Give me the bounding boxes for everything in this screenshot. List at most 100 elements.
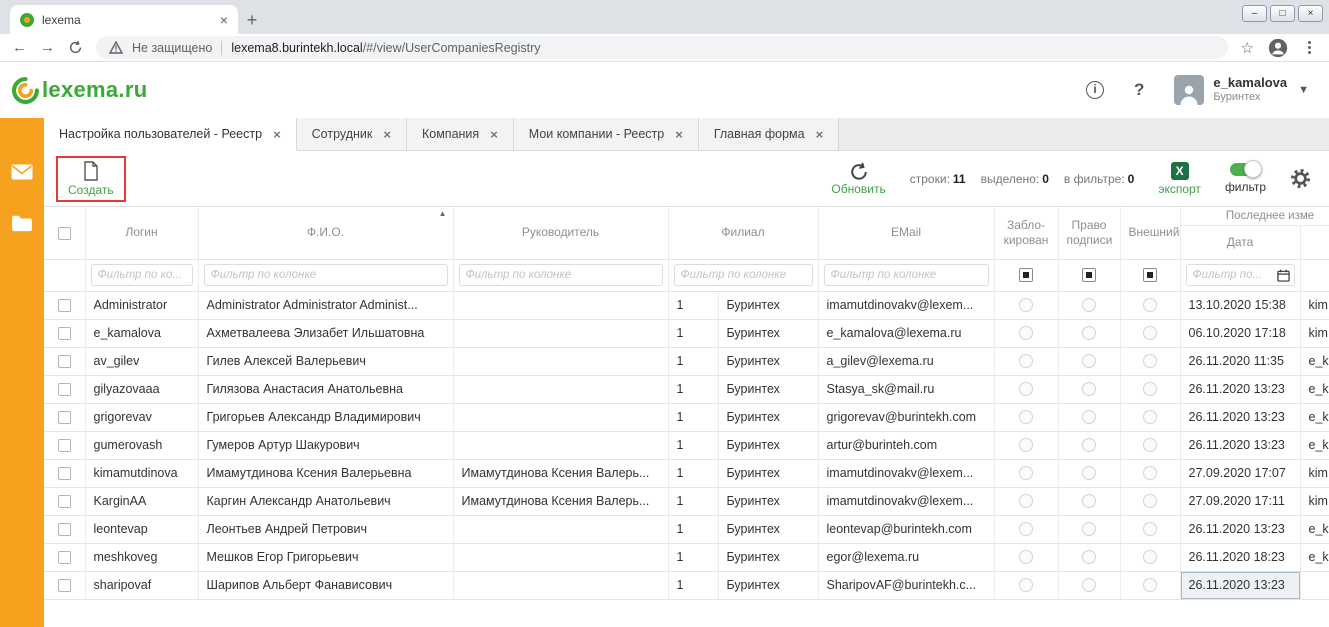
sign-checkbox[interactable] xyxy=(1082,354,1096,368)
reload-button[interactable] xyxy=(68,40,83,55)
cell-branch[interactable]: Буринтех xyxy=(718,487,818,515)
external-checkbox[interactable] xyxy=(1143,522,1157,536)
cell-editor[interactable]: e_k xyxy=(1300,375,1329,403)
table-row[interactable]: av_gilevГилев Алексей Валерьевич1Буринте… xyxy=(44,347,1329,375)
column-header-date[interactable]: Дата xyxy=(1180,225,1300,259)
cell-email[interactable]: imamutdinovakv@lexem... xyxy=(818,291,994,319)
cell-branch[interactable]: Буринтех xyxy=(718,515,818,543)
column-header-sign[interactable]: Право подписи xyxy=(1058,207,1120,259)
calendar-icon[interactable] xyxy=(1277,269,1290,282)
app-tab[interactable]: Компания× xyxy=(407,118,514,150)
cell-branch[interactable]: Буринтех xyxy=(718,347,818,375)
info-icon[interactable]: i xyxy=(1086,81,1104,99)
row-select-cell[interactable] xyxy=(44,487,85,515)
cell-branch[interactable]: Буринтех xyxy=(718,319,818,347)
cell-blocked[interactable] xyxy=(994,319,1058,347)
blocked-checkbox[interactable] xyxy=(1019,438,1033,452)
security-badge[interactable]: Не защищено xyxy=(132,41,212,55)
cell-date[interactable]: 26.11.2020 13:23 xyxy=(1180,431,1300,459)
cell-sign[interactable] xyxy=(1058,571,1120,599)
filter-manager-input[interactable] xyxy=(459,264,663,286)
cell-fio[interactable]: Administrator Administrator Administ... xyxy=(198,291,453,319)
sign-checkbox[interactable] xyxy=(1082,298,1096,312)
column-header-fio[interactable]: Ф.И.О. ▲ xyxy=(198,207,453,259)
tab-close-icon[interactable]: × xyxy=(273,127,281,142)
blocked-checkbox[interactable] xyxy=(1019,326,1033,340)
cell-branch-code[interactable]: 1 xyxy=(668,515,718,543)
cell-manager[interactable] xyxy=(453,543,668,571)
cell-blocked[interactable] xyxy=(994,403,1058,431)
external-checkbox[interactable] xyxy=(1143,550,1157,564)
tab-close-icon[interactable]: × xyxy=(383,127,391,142)
menu-kebab-icon[interactable] xyxy=(1302,39,1317,56)
cell-external[interactable] xyxy=(1120,291,1180,319)
external-checkbox[interactable] xyxy=(1143,298,1157,312)
cell-email[interactable]: artur@burinteh.com xyxy=(818,431,994,459)
cell-sign[interactable] xyxy=(1058,459,1120,487)
filter-toggle[interactable]: фильтр xyxy=(1225,163,1266,194)
row-select-cell[interactable] xyxy=(44,459,85,487)
cell-email[interactable]: grigorevav@burintekh.com xyxy=(818,403,994,431)
cell-blocked[interactable] xyxy=(994,487,1058,515)
sign-checkbox[interactable] xyxy=(1082,550,1096,564)
row-checkbox[interactable] xyxy=(58,355,71,368)
cell-branch[interactable]: Буринтех xyxy=(718,431,818,459)
cell-sign[interactable] xyxy=(1058,375,1120,403)
sign-checkbox[interactable] xyxy=(1082,522,1096,536)
column-header-manager[interactable]: Руководитель xyxy=(453,207,668,259)
sign-checkbox[interactable] xyxy=(1082,410,1096,424)
sign-checkbox[interactable] xyxy=(1082,578,1096,592)
cell-editor[interactable]: kim xyxy=(1300,319,1329,347)
cell-editor[interactable]: e_k xyxy=(1300,543,1329,571)
cell-external[interactable] xyxy=(1120,459,1180,487)
filter-date-input[interactable] xyxy=(1187,265,1277,285)
row-checkbox[interactable] xyxy=(58,467,71,480)
create-button[interactable]: Создать xyxy=(64,159,118,199)
app-tab[interactable]: Главная форма× xyxy=(699,118,839,150)
cell-external[interactable] xyxy=(1120,319,1180,347)
cell-editor[interactable] xyxy=(1300,571,1329,599)
cell-external[interactable] xyxy=(1120,571,1180,599)
cell-fio[interactable]: Каргин Александр Анатольевич xyxy=(198,487,453,515)
cell-fio[interactable]: Гилев Алексей Валерьевич xyxy=(198,347,453,375)
cell-branch-code[interactable]: 1 xyxy=(668,431,718,459)
address-bar[interactable]: Не защищено lexema8.burintekh.local/#/vi… xyxy=(96,36,1228,59)
sign-checkbox[interactable] xyxy=(1082,466,1096,480)
cell-date[interactable]: 13.10.2020 15:38 xyxy=(1180,291,1300,319)
browser-tab-close-icon[interactable]: × xyxy=(220,13,228,27)
tab-close-icon[interactable]: × xyxy=(490,127,498,142)
column-header-login[interactable]: Логин xyxy=(85,207,198,259)
cell-email[interactable]: SharipovAF@burintekh.c... xyxy=(818,571,994,599)
table-row[interactable]: gumerovashГумеров Артур Шакурович1Буринт… xyxy=(44,431,1329,459)
cell-login[interactable]: KarginAA xyxy=(85,487,198,515)
cell-fio[interactable]: Григорьев Александр Владимирович xyxy=(198,403,453,431)
app-tab[interactable]: Мои компании - Реестр× xyxy=(514,118,699,150)
cell-fio[interactable]: Гилязова Анастасия Анатольевна xyxy=(198,375,453,403)
external-checkbox[interactable] xyxy=(1143,466,1157,480)
cell-manager[interactable] xyxy=(453,515,668,543)
cell-branch-code[interactable]: 1 xyxy=(668,487,718,515)
row-checkbox[interactable] xyxy=(58,523,71,536)
filter-blocked-checkbox[interactable] xyxy=(1019,268,1033,282)
row-select-cell[interactable] xyxy=(44,543,85,571)
row-checkbox[interactable] xyxy=(58,439,71,452)
cell-external[interactable] xyxy=(1120,431,1180,459)
table-row[interactable]: KarginAAКаргин Александр АнатольевичИмам… xyxy=(44,487,1329,515)
cell-blocked[interactable] xyxy=(994,543,1058,571)
cell-manager[interactable]: Имамутдинова Ксения Валерь... xyxy=(453,487,668,515)
cell-branch[interactable]: Буринтех xyxy=(718,403,818,431)
maximize-button[interactable]: □ xyxy=(1270,5,1295,22)
cell-editor[interactable]: e_k xyxy=(1300,347,1329,375)
cell-editor[interactable]: e_k xyxy=(1300,431,1329,459)
blocked-checkbox[interactable] xyxy=(1019,354,1033,368)
cell-blocked[interactable] xyxy=(994,571,1058,599)
external-checkbox[interactable] xyxy=(1143,494,1157,508)
app-tab[interactable]: Сотрудник× xyxy=(297,118,407,150)
cell-branch[interactable]: Буринтех xyxy=(718,375,818,403)
row-select-cell[interactable] xyxy=(44,347,85,375)
cell-editor[interactable]: kim xyxy=(1300,291,1329,319)
row-select-cell[interactable] xyxy=(44,403,85,431)
row-select-cell[interactable] xyxy=(44,431,85,459)
toggle-switch[interactable] xyxy=(1230,163,1260,176)
blocked-checkbox[interactable] xyxy=(1019,298,1033,312)
